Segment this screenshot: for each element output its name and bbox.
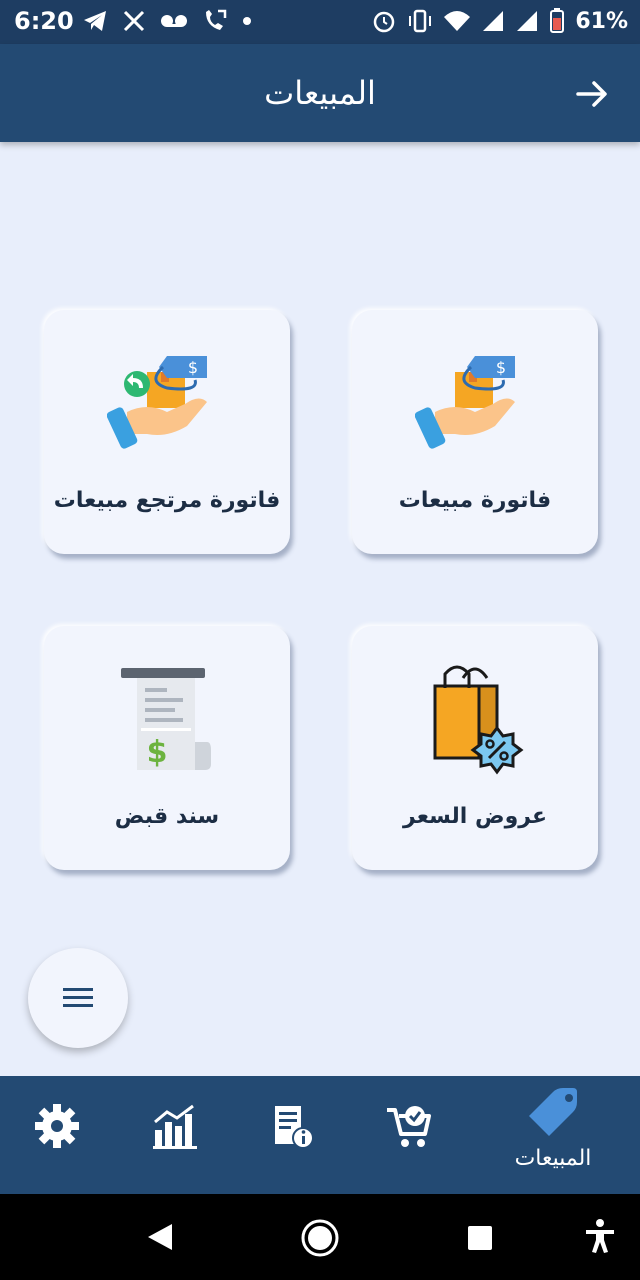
menu-fab[interactable] <box>28 948 128 1048</box>
tile-label: عروض السعر <box>403 804 547 829</box>
status-system-icons: 61% <box>371 8 628 34</box>
alarm-icon <box>374 11 395 33</box>
gear-icon <box>35 1104 79 1148</box>
battery-icon <box>550 8 565 33</box>
nav-item-cart[interactable] <box>354 1076 464 1194</box>
vibrate-icon <box>409 9 432 33</box>
svg-text:$: $ <box>496 358 506 377</box>
signal-icon <box>483 11 504 31</box>
accessibility-icon[interactable] <box>584 1218 616 1254</box>
page-title: المبيعات <box>264 74 376 112</box>
telegram-icon <box>84 11 106 31</box>
menu-icon <box>63 988 93 1007</box>
wifi-icon <box>444 11 471 31</box>
report-info-icon <box>275 1106 314 1149</box>
nav-label: المبيعات <box>514 1146 592 1171</box>
tag-icon <box>529 1088 577 1136</box>
app-bar: المبيعات <box>0 44 640 142</box>
tile-label: سند قبض <box>114 804 220 829</box>
voicemail-icon <box>161 15 187 27</box>
nav-item-sales[interactable]: المبيعات <box>498 1076 608 1194</box>
nav-item-statistics[interactable] <box>120 1076 230 1194</box>
receipt-dollar-icon: $ <box>121 668 211 770</box>
battery-percent: 61% <box>575 8 628 34</box>
nav-item-reports[interactable] <box>236 1076 346 1194</box>
price-quotes-tile[interactable]: عروض السعر <box>352 626 598 870</box>
call-forward-icon <box>206 9 227 30</box>
shopping-bag-percent-icon <box>433 665 524 775</box>
nav-item-settings[interactable] <box>2 1076 112 1194</box>
x-icon <box>123 10 145 32</box>
status-time: 6:20 <box>14 7 74 35</box>
hand-package-tag-icon: $ <box>415 356 515 449</box>
hand-package-return-icon: $ <box>107 356 207 449</box>
signal-icon <box>517 11 538 31</box>
arrow-right-icon[interactable] <box>572 74 612 114</box>
sales-return-invoice-tile[interactable]: $ فاتورة مرتجع مبيعات <box>44 310 290 554</box>
status-notification-icons <box>82 8 252 34</box>
cart-check-icon <box>387 1106 431 1147</box>
back-triangle-icon[interactable] <box>146 1222 174 1252</box>
svg-text:$: $ <box>147 735 168 770</box>
bar-chart-icon <box>153 1104 197 1149</box>
recents-square-icon[interactable] <box>466 1224 494 1252</box>
sales-invoice-tile[interactable]: $ فاتورة مبيعات <box>352 310 598 554</box>
system-navigation-bar <box>0 1194 640 1280</box>
tile-label: فاتورة مرتجع مبيعات <box>53 488 281 513</box>
bottom-nav: المبيعات <box>0 1076 640 1194</box>
dot-icon <box>243 17 251 25</box>
home-circle-icon[interactable] <box>300 1218 340 1258</box>
status-bar: 6:20 61% <box>0 0 640 44</box>
svg-text:$: $ <box>188 358 198 377</box>
receipt-voucher-tile[interactable]: $ سند قبض <box>44 626 290 870</box>
tile-label: فاتورة مبيعات <box>398 488 552 513</box>
